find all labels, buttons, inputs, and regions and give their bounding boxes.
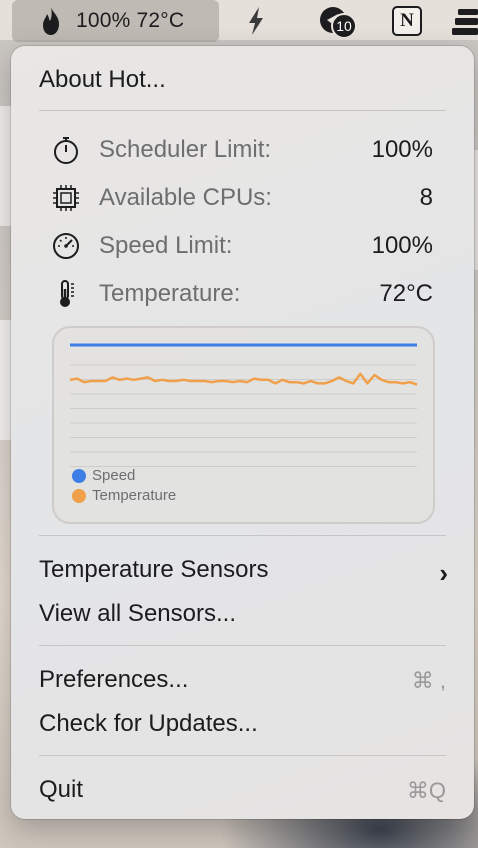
stat-label: Temperature: (99, 280, 241, 307)
preferences-shortcut: ⌘ , (411, 668, 446, 693)
legend-speed: Speed (72, 467, 135, 484)
legend-speed-label: Speed (92, 467, 136, 484)
history-chart: Speed Temperature (52, 326, 435, 524)
view-all-sensors-menu-item[interactable]: View all Sensors... (39, 600, 236, 628)
legend-temperature-swatch (72, 488, 86, 503)
temperature-sensors-menu-item[interactable]: Temperature Sensors (39, 556, 268, 584)
legend-speed-swatch (72, 468, 86, 483)
stat-value: 72°C (379, 280, 433, 307)
stat-value: 100% (371, 136, 433, 163)
stat-value: 8 (419, 184, 433, 211)
notification-badge[interactable]: 10 (318, 4, 362, 39)
separator (39, 535, 446, 536)
stat-value: 100% (371, 232, 433, 259)
preferences-menu-item[interactable]: Preferences... (39, 666, 188, 694)
notion-letter: N (400, 10, 414, 31)
quit-menu-item[interactable]: Quit (39, 776, 83, 804)
separator (39, 110, 446, 111)
bolt-icon[interactable] (244, 6, 268, 36)
thermometer-icon (60, 280, 74, 307)
stat-label: Scheduler Limit: (99, 136, 272, 163)
legend-temperature: Temperature (72, 487, 176, 504)
scheduler-limit-row: Scheduler Limit: 100% (11, 130, 474, 170)
chevron-right-icon: › (439, 558, 448, 588)
separator (39, 645, 446, 646)
stat-label: Speed Limit: (99, 232, 233, 259)
badge-count: 10 (336, 18, 352, 34)
gauge-icon (53, 233, 79, 259)
menu-bar: 100% 72°C 10 N (0, 0, 478, 42)
separator (39, 755, 446, 756)
cpu-icon (53, 185, 79, 211)
stack-icon[interactable] (452, 6, 478, 36)
flame-icon (43, 7, 59, 35)
speed-limit-row: Speed Limit: 100% (11, 226, 474, 266)
legend-temperature-label: Temperature (92, 487, 177, 504)
stat-label: Available CPUs: (99, 184, 272, 211)
hot-status-item[interactable]: 100% 72°C (12, 0, 219, 42)
temperature-row: Temperature: 72°C (11, 274, 474, 314)
quit-shortcut: ⌘Q (406, 778, 446, 803)
about-menu-item[interactable]: About Hot... (39, 66, 166, 94)
check-updates-menu-item[interactable]: Check for Updates... (39, 710, 258, 738)
notion-icon[interactable]: N (392, 6, 422, 36)
status-text: 100% 72°C (76, 9, 185, 32)
available-cpus-row: Available CPUs: 8 (11, 178, 474, 218)
hot-menu: About Hot... Scheduler Limit: 100% Avail… (11, 46, 474, 819)
stopwatch-icon (54, 137, 78, 164)
